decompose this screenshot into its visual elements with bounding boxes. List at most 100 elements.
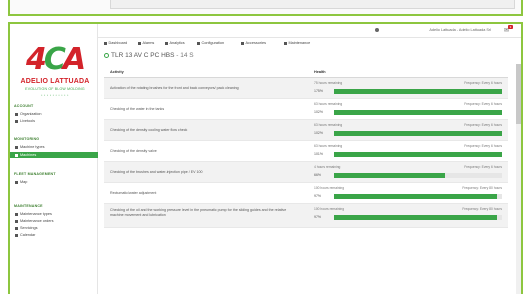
app-window: 4CA ADELIO LATTUADA EVOLUTION OF BLOW MO… <box>8 22 523 294</box>
frequency: Frequency: Every 6 hours <box>464 102 502 106</box>
health-bar-fill <box>334 131 502 136</box>
remaining-hours: 63 hours remaining <box>314 102 343 106</box>
alarm-icon <box>138 41 141 45</box>
sidebar-item-machine-types[interactable]: Machine types <box>14 144 94 150</box>
remaining-hours: 63 hours remaining <box>314 144 343 148</box>
user-menu[interactable]: Adelio Lattuada - Adelio Lattuada Srl <box>429 28 491 32</box>
remaining-hours: 75 hours remaining <box>314 81 343 85</box>
sidebar: 4CA ADELIO LATTUADA EVOLUTION OF BLOW MO… <box>10 24 98 294</box>
sidebar-item-calendar[interactable]: Calendar <box>14 232 94 238</box>
frequency: Frequency: Every 80 hours <box>462 186 502 190</box>
health-percent: 175% <box>314 89 323 93</box>
sidebar-item-maintenance-types[interactable]: Maintenance types <box>14 211 94 217</box>
logo-mark: 4CA <box>26 42 86 77</box>
table-row[interactable]: Rectumatic/water adjustment 100 hours re… <box>104 183 508 204</box>
gear-icon <box>15 153 18 157</box>
activity-cell: Checking of the density valve <box>110 149 157 153</box>
column-header-activity: Activity <box>110 70 124 74</box>
menu-dashboard[interactable]: Dashboard <box>104 41 127 45</box>
health-bar-fill <box>334 110 502 115</box>
frequency: Frequency: Every 6 hours <box>464 165 502 169</box>
sidebar-item-livetools[interactable]: Livetools <box>14 118 94 124</box>
health-percent: 66% <box>314 173 322 177</box>
accessories-icon <box>241 41 244 45</box>
scrollbar-thumb[interactable] <box>516 64 521 124</box>
health-bar <box>334 152 502 157</box>
nav-section-account: ACCOUNT <box>14 104 34 108</box>
health-bar-fill <box>334 194 497 199</box>
activity-cell: Activation of the rotating brushes for t… <box>110 86 239 90</box>
nav-section-maintenance: MAINTENANCE <box>14 204 43 208</box>
table-row[interactable]: Checking of the oil and the working pres… <box>104 204 508 228</box>
brand-tagline: EVOLUTION OF BLOW MOLDING <box>25 87 85 91</box>
health-bar <box>334 173 502 178</box>
activity-cell: Checking of the water in the tanks <box>110 107 165 111</box>
table-header: Activity Health <box>104 66 508 78</box>
config-icon <box>197 41 200 45</box>
remaining-hours: 63 hours remaining <box>314 123 343 127</box>
previous-card-body <box>110 0 515 9</box>
remaining-hours: 100 hours remaining <box>314 186 345 190</box>
column-header-health: Health <box>314 70 326 74</box>
health-bar <box>334 194 502 199</box>
sidebar-item-machines[interactable]: Machines <box>10 152 98 158</box>
table-row[interactable]: Checking of the water in the tanks 63 ho… <box>104 99 508 120</box>
health-percent: 102% <box>314 110 323 114</box>
dashboard-icon <box>104 41 107 45</box>
nav-section-fleet-management: FLEET MANAGEMENT <box>14 172 56 176</box>
brand-dots: • • • • • • • • • • <box>41 93 69 97</box>
wrench-icon <box>15 212 18 216</box>
health-bar <box>334 110 502 115</box>
sidebar-item-organization[interactable]: Organization <box>14 111 94 117</box>
topbar: Adelio Lattuada - Adelio Lattuada Srl ✉ … <box>98 24 521 38</box>
page-title: TLR 13 AV C PC HBS - 14 S <box>104 52 194 59</box>
machine-menu-bar: Dashboard Alarms Analytics Configuration… <box>98 38 521 48</box>
menu-analytics[interactable]: Analytics <box>165 41 185 45</box>
nav-section-monitoring: MONITORING <box>14 137 40 141</box>
health-bar <box>334 215 502 220</box>
building-icon <box>15 112 18 116</box>
activity-cell: Checking of the density cooling water fl… <box>110 128 188 132</box>
clock-icon <box>15 145 18 149</box>
search-icon <box>15 119 18 123</box>
menu-alarms[interactable]: Alarms <box>138 41 154 45</box>
notification-badge: 3 <box>508 25 513 29</box>
health-percent: 97% <box>314 215 322 219</box>
sidebar-item-maintenance-orders[interactable]: Maintenance orders <box>14 218 94 224</box>
menu-accessories[interactable]: Accessories <box>241 41 266 45</box>
table-row[interactable]: Checking of the density valve 63 hours r… <box>104 141 508 162</box>
health-bar <box>334 89 502 94</box>
sidebar-item-servicings[interactable]: Servicings <box>14 225 94 231</box>
menu-configuration[interactable]: Configuration <box>197 41 224 45</box>
list-icon <box>15 219 18 223</box>
activity-cell: Checking of the oil and the working pres… <box>110 208 287 217</box>
user-icon <box>375 28 379 32</box>
previous-card-edge <box>8 0 523 16</box>
chart-icon <box>165 41 168 45</box>
sidebar-item-map[interactable]: Map <box>14 179 94 185</box>
health-bar-fill <box>334 152 502 157</box>
health-bar-fill <box>334 173 445 178</box>
frequency: Frequency: Every 80 hours <box>462 207 502 211</box>
table-row[interactable]: Checking of the density cooling water fl… <box>104 120 508 141</box>
health-percent: 102% <box>314 131 323 135</box>
activity-cell: Checking of the brushes and water-inject… <box>110 170 203 174</box>
frequency: Frequency: Every 6 hours <box>464 81 502 85</box>
remaining-hours: 4 hours remaining <box>314 165 341 169</box>
frequency: Frequency: Every 6 hours <box>464 144 502 148</box>
remaining-hours: 100 hours remaining <box>314 207 345 211</box>
scrollbar[interactable] <box>516 64 521 294</box>
menu-maintenance[interactable]: Maintenance <box>284 41 310 45</box>
wrench-icon <box>284 41 287 45</box>
table-row[interactable]: Activation of the rotating brushes for t… <box>104 78 508 99</box>
health-bar-fill <box>334 89 502 94</box>
health-percent: 97% <box>314 194 322 198</box>
tools-icon <box>15 226 18 230</box>
map-icon <box>15 180 18 184</box>
calendar-icon <box>15 233 18 237</box>
status-dot-icon <box>104 52 109 58</box>
health-bar <box>334 131 502 136</box>
table-row[interactable]: Checking of the brushes and water-inject… <box>104 162 508 183</box>
activity-cell: Rectumatic/water adjustment <box>110 191 157 195</box>
brand-name: ADELIO LATTUADA <box>20 78 90 85</box>
